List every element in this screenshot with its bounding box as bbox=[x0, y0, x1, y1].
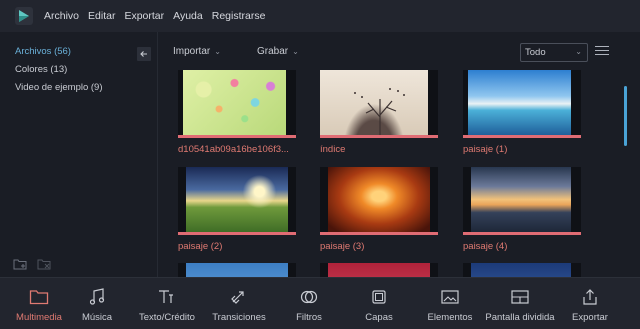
split-screen-icon bbox=[484, 286, 556, 308]
media-item-label: índice bbox=[320, 144, 346, 155]
menu-archivo[interactable]: Archivo bbox=[44, 10, 79, 22]
layers-icon bbox=[356, 286, 402, 308]
bottom-tab-bar: Multimedia Música Texto/Crédito Transici… bbox=[0, 277, 640, 329]
tab-label: Elementos bbox=[427, 312, 473, 323]
tab-label: Capas bbox=[365, 312, 393, 323]
tab-filtros[interactable]: Filtros bbox=[286, 278, 332, 329]
tab-pantalla-dividida[interactable]: Pantalla dividida bbox=[484, 278, 556, 329]
media-item[interactable] bbox=[320, 263, 438, 277]
export-icon bbox=[566, 286, 614, 308]
media-item-label: paisaje (4) bbox=[463, 241, 508, 252]
media-item-label: paisaje (2) bbox=[178, 241, 223, 252]
media-thumbnail bbox=[178, 263, 296, 277]
tab-label: Pantalla dividida bbox=[485, 312, 555, 323]
media-toolbar: Importar ⌄ Grabar ⌄ Todo ⌄ bbox=[158, 32, 640, 70]
chevron-down-icon: ⌄ bbox=[575, 47, 582, 56]
media-thumbnail bbox=[178, 167, 296, 232]
folder-icon bbox=[10, 286, 68, 308]
app-logo-icon bbox=[14, 6, 34, 26]
tab-texto-credito[interactable]: Texto/Crédito bbox=[134, 278, 200, 329]
transition-icon bbox=[208, 286, 270, 308]
grid-scrollbar[interactable] bbox=[624, 86, 627, 146]
tab-elementos[interactable]: Elementos bbox=[424, 278, 476, 329]
tab-label: Exportar bbox=[572, 312, 608, 323]
collapse-sidebar-button[interactable] bbox=[137, 47, 151, 61]
media-thumbnail bbox=[463, 263, 581, 277]
media-thumbnail bbox=[178, 70, 296, 135]
media-item[interactable]: paisaje (3) bbox=[320, 167, 438, 252]
media-thumbnail bbox=[320, 167, 438, 232]
media-grid: d10541ab09a16be106f3... índice paisaje (… bbox=[158, 70, 624, 277]
record-dropdown[interactable]: Grabar ⌄ bbox=[257, 46, 299, 57]
tab-transiciones[interactable]: Transiciones bbox=[208, 278, 270, 329]
add-folder-icon[interactable] bbox=[13, 258, 27, 273]
tree-silhouette bbox=[354, 88, 405, 135]
delete-folder-icon[interactable] bbox=[37, 258, 51, 273]
media-thumbnail bbox=[463, 167, 581, 232]
menu-ayuda[interactable]: Ayuda bbox=[173, 10, 203, 22]
arrow-left-icon bbox=[140, 51, 147, 57]
tab-label: Multimedia bbox=[16, 312, 62, 323]
import-dropdown[interactable]: Importar ⌄ bbox=[173, 46, 221, 57]
tab-multimedia[interactable]: Multimedia bbox=[10, 278, 68, 329]
sidebar-item-colores[interactable]: Colores (13) bbox=[15, 64, 67, 75]
media-thumbnail bbox=[463, 70, 581, 135]
tab-label: Texto/Crédito bbox=[139, 312, 195, 323]
chevron-down-icon: ⌄ bbox=[214, 47, 221, 56]
tab-musica[interactable]: Música bbox=[74, 278, 120, 329]
menu-editar[interactable]: Editar bbox=[88, 10, 115, 22]
media-item-label: d10541ab09a16be106f3... bbox=[178, 144, 289, 155]
sidebar-item-archivos[interactable]: Archivos (56) bbox=[15, 46, 71, 57]
tab-label: Filtros bbox=[296, 312, 322, 323]
filter-icon bbox=[286, 286, 332, 308]
media-item[interactable]: paisaje (4) bbox=[463, 167, 581, 252]
media-item[interactable] bbox=[463, 263, 581, 277]
chevron-down-icon: ⌄ bbox=[292, 47, 299, 56]
media-thumbnail bbox=[320, 70, 438, 135]
filter-select[interactable]: Todo ⌄ bbox=[520, 43, 588, 62]
tab-label: Transiciones bbox=[212, 312, 266, 323]
sidebar-item-video-de-ejemplo[interactable]: Video de ejemplo (9) bbox=[15, 82, 103, 93]
music-note-icon bbox=[74, 286, 120, 308]
text-icon bbox=[134, 286, 200, 308]
media-item[interactable]: índice bbox=[320, 70, 438, 155]
filter-select-value: Todo bbox=[525, 47, 546, 58]
media-item-label: paisaje (1) bbox=[463, 144, 508, 155]
main-area: Archivos (56) Colores (13) Video de ejem… bbox=[0, 32, 640, 277]
menu-exportar[interactable]: Exportar bbox=[124, 10, 164, 22]
import-label: Importar bbox=[173, 46, 211, 57]
media-item[interactable]: paisaje (1) bbox=[463, 70, 581, 155]
tab-capas[interactable]: Capas bbox=[356, 278, 402, 329]
image-icon bbox=[424, 286, 476, 308]
menu-registrarse[interactable]: Registrarse bbox=[212, 10, 266, 22]
menu-bar: Archivo Editar Exportar Ayuda Registrars… bbox=[0, 0, 640, 32]
media-item[interactable]: d10541ab09a16be106f3... bbox=[178, 70, 296, 155]
media-thumbnail bbox=[320, 263, 438, 277]
record-label: Grabar bbox=[257, 46, 289, 57]
tab-exportar[interactable]: Exportar bbox=[566, 278, 614, 329]
tab-label: Música bbox=[81, 312, 113, 323]
media-item[interactable] bbox=[178, 263, 296, 277]
list-view-icon[interactable] bbox=[595, 46, 609, 58]
media-item[interactable]: paisaje (2) bbox=[178, 167, 296, 252]
media-item-label: paisaje (3) bbox=[320, 241, 365, 252]
sidebar-footer bbox=[13, 258, 51, 273]
sidebar: Archivos (56) Colores (13) Video de ejem… bbox=[0, 32, 158, 277]
